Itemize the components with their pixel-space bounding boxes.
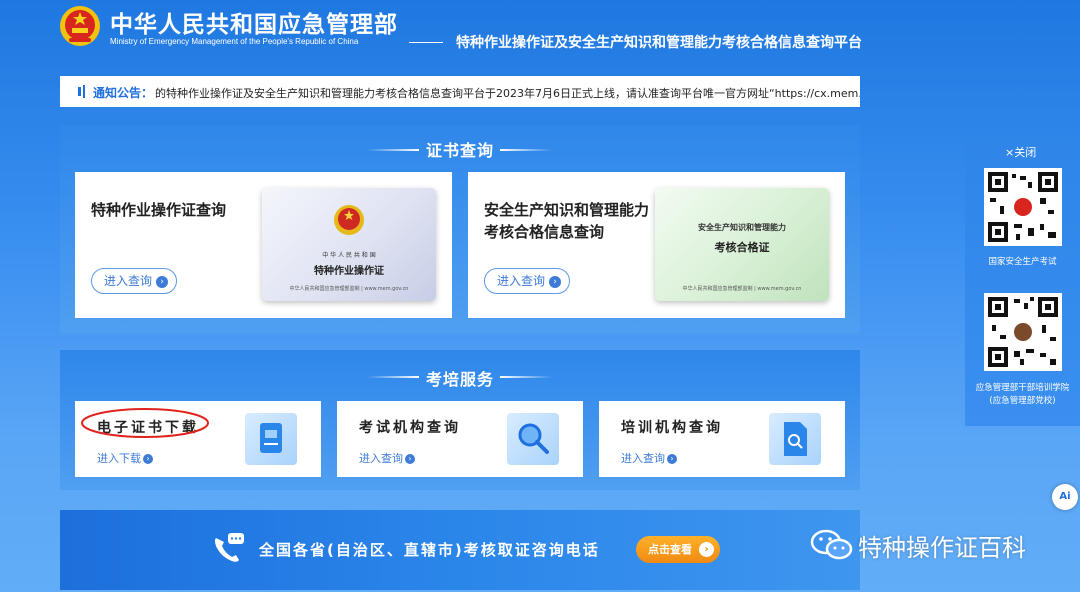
card-title: 培训机构查询 [621, 420, 723, 436]
title-line-right [500, 376, 552, 378]
wechat-icon [810, 529, 853, 560]
close-button[interactable]: ×关闭 [1005, 144, 1036, 160]
enter-query-link[interactable]: 进入查询 › [621, 450, 677, 466]
speaker-icon [78, 85, 85, 98]
link-label: 进入查询 [359, 452, 403, 465]
certificate-icon [245, 413, 297, 465]
wechat-watermark: 特种操作证百科 [808, 526, 1058, 566]
national-emblem-icon [60, 6, 100, 46]
link-label: 进入查询 [621, 452, 665, 465]
arrow-right-icon: › [405, 454, 415, 464]
notice-bar: 通知公告： 的特种作业操作证及安全生产知识和管理能力考核合格信息查询平台于202… [60, 76, 860, 107]
qr-code-panel: ×关闭 国家安全生产考试 应急管理部干部培训学院 (应急管理部党校) [965, 138, 1080, 426]
qr-code-exam [984, 168, 1062, 246]
cert-section-title: 证书查询 [426, 141, 495, 160]
title-line-right [500, 149, 552, 151]
cert-name-text: 特种作业操作证 [314, 266, 384, 277]
magnifier-icon [507, 413, 559, 465]
link-label: 进入查询 [104, 274, 153, 288]
link-label: 进入下载 [97, 452, 141, 465]
cert-footer-text: 中华人民共和国应急管理部监制 | www.mem.gov.cn [289, 286, 409, 292]
enter-download-link[interactable]: 进入下载 › [97, 450, 153, 466]
enter-query-button[interactable]: 进入查询 › [91, 268, 178, 294]
link-label: 进入查询 [497, 274, 546, 288]
hotline-banner: 全国各省(自治区、直辖市)考核取证咨询电话 点击查看 › [60, 510, 860, 590]
arrow-right-icon: › [156, 275, 169, 288]
notice-text[interactable]: 的特种作业操作证及安全生产知识和管理能力考核合格信息查询平台于2023年7月6日… [155, 85, 860, 101]
watermark-text: 特种操作证百科 [858, 534, 1026, 562]
title-line-left [367, 149, 419, 151]
qr-code-academy [984, 293, 1062, 371]
cert-country-text: 中 华 人 民 共 和 国 [322, 252, 376, 259]
qr-caption-academy-line1: 应急管理部干部培训学院 [975, 383, 1070, 393]
site-title: 中华人民共和国应急管理部 [110, 12, 398, 38]
card-title-line1: 安全生产知识和管理能力 [484, 201, 650, 219]
e-cert-download-card[interactable]: 电子证书下载 进入下载 › [75, 401, 321, 477]
button-label: 点击查看 [648, 543, 692, 556]
notice-label: 通知公告： [93, 86, 154, 100]
platform-title: 特种作业操作证及安全生产知识和管理能力考核合格信息查询平台 [456, 35, 862, 51]
train-section-title: 考培服务 [426, 370, 495, 389]
ai-assistant-button[interactable]: Ai [1052, 484, 1078, 510]
phone-chat-icon [215, 533, 244, 562]
click-view-button[interactable]: 点击查看 › [636, 536, 720, 563]
arrow-right-icon: › [667, 454, 677, 464]
hotline-text: 全国各省(自治区、直辖市)考核取证咨询电话 [259, 541, 600, 559]
arrow-right-icon: › [143, 454, 153, 464]
enter-query-link[interactable]: 进入查询 › [359, 450, 415, 466]
national-emblem-icon [334, 205, 364, 235]
document-search-icon [769, 413, 821, 465]
card-title-line2: 考核合格信息查询 [484, 223, 605, 241]
highlight-ellipse [81, 408, 209, 438]
enter-query-button[interactable]: 进入查询 › [484, 268, 571, 294]
arrow-right-icon: › [699, 542, 714, 557]
arrow-right-icon: › [549, 275, 562, 288]
header-divider [409, 42, 443, 43]
cert-name-line2: 考核合格证 [714, 241, 770, 254]
site-subtitle: Ministry of Emergency Management of the … [110, 37, 359, 46]
card-title: 考试机构查询 [359, 420, 461, 436]
special-operation-cert-image: 中 华 人 民 共 和 国 特种作业操作证 中华人民共和国应急管理部监制 | w… [262, 188, 436, 301]
card-title: 特种作业操作证查询 [91, 201, 227, 219]
qr-caption-academy-line2: (应急管理部党校) [989, 396, 1056, 406]
title-line-left [367, 376, 419, 378]
cert-name-line1: 安全生产知识和管理能力 [698, 223, 786, 232]
training-institution-card[interactable]: 培训机构查询 进入查询 › [599, 401, 845, 477]
exam-institution-card[interactable]: 考试机构查询 进入查询 › [337, 401, 583, 477]
qr-caption-exam: 国家安全生产考试 [988, 257, 1057, 267]
safety-knowledge-cert-image: 安全生产知识和管理能力 考核合格证 中华人民共和国应急管理部监制 | www.m… [655, 188, 829, 301]
cert-footer-text: 中华人民共和国应急管理部监制 | www.mem.gov.cn [682, 286, 802, 292]
